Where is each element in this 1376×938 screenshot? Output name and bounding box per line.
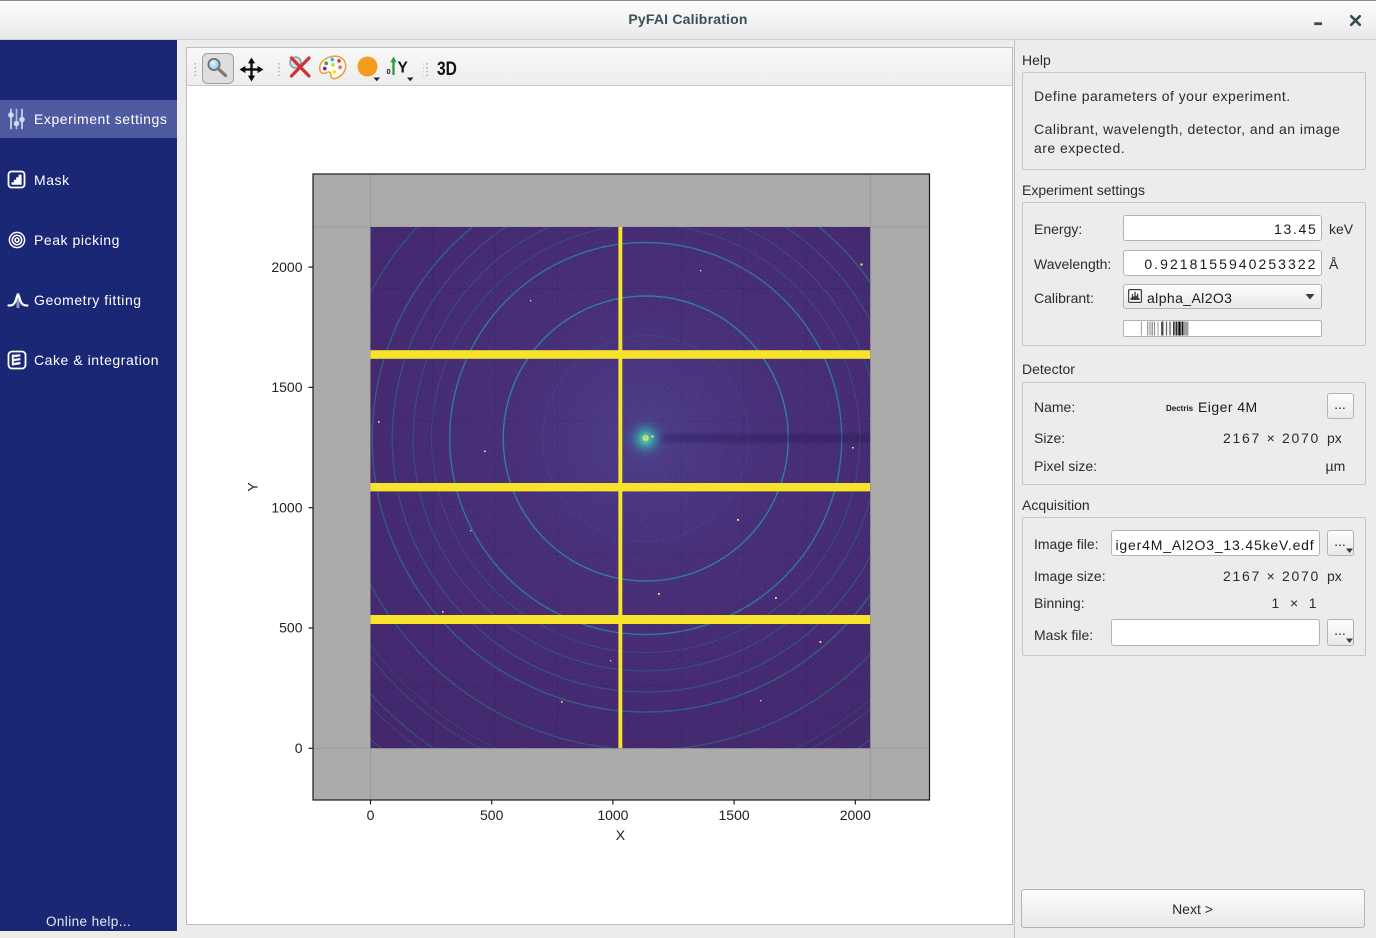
svg-text:1500: 1500 — [271, 379, 302, 395]
svg-text:Y: Y — [245, 482, 261, 492]
svg-text:1000: 1000 — [597, 807, 628, 823]
svg-text:1000: 1000 — [271, 499, 302, 515]
svg-text:0: 0 — [295, 740, 303, 756]
svg-text:500: 500 — [279, 620, 303, 636]
svg-text:Y: Y — [398, 60, 409, 77]
svg-text:0: 0 — [387, 67, 391, 76]
svg-text:0: 0 — [367, 807, 375, 823]
svg-text:500: 500 — [480, 807, 504, 823]
svg-text:X: X — [616, 827, 626, 843]
svg-text:3D: 3D — [437, 58, 457, 80]
svg-text:2000: 2000 — [271, 259, 302, 275]
svg-text:2000: 2000 — [840, 807, 871, 823]
svg-text:1500: 1500 — [719, 807, 750, 823]
